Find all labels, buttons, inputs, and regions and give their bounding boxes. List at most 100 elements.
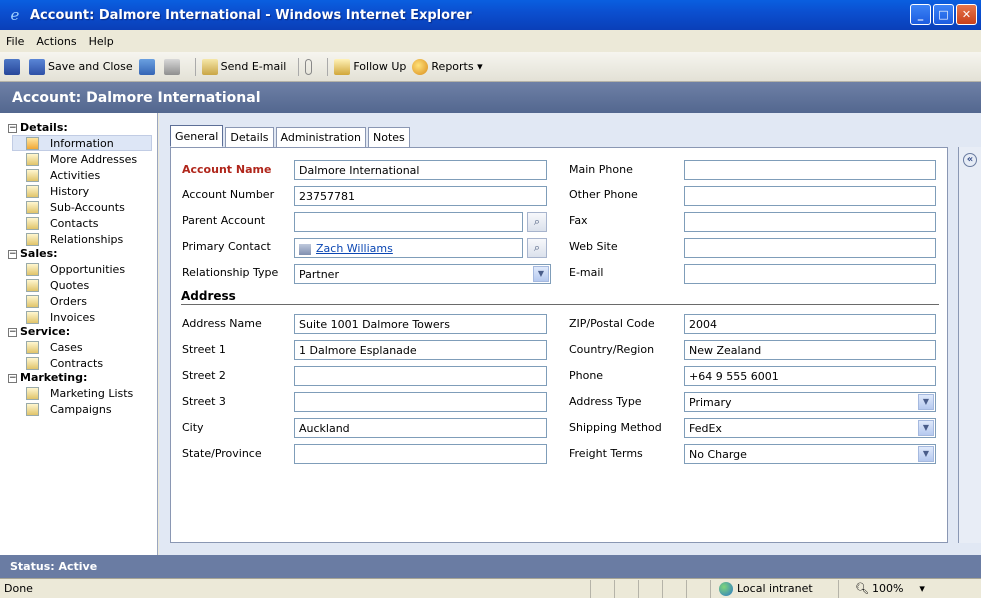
send-email-button[interactable]: Send E-mail [201, 58, 287, 75]
save-button[interactable] [4, 58, 23, 75]
print-button[interactable] [163, 58, 183, 75]
follow-up-button[interactable]: Follow Up [334, 58, 407, 75]
menu-file[interactable]: File [6, 35, 24, 48]
close-button[interactable]: ✕ [956, 4, 977, 25]
web-site-input[interactable] [684, 238, 936, 258]
email-label: E-mail [569, 266, 604, 279]
nav-group-service[interactable]: − Service: [0, 325, 157, 339]
nav-group-details[interactable]: − Details: [0, 121, 157, 135]
zoom-control[interactable]: 🔍︎ 100% ▾ [838, 579, 948, 598]
save-close-icon [29, 58, 45, 75]
nav-item-label: Information [50, 136, 114, 150]
attach-button[interactable] [305, 58, 315, 75]
tab-general[interactable]: General [170, 125, 224, 147]
nav-item-relationships[interactable]: Relationships [0, 231, 157, 247]
address-type-select[interactable]: Primary ▼ [684, 392, 936, 412]
paperclip-icon [305, 58, 313, 75]
primary-contact-lookup-button[interactable]: ⌕ [527, 238, 547, 258]
fax-input[interactable] [684, 212, 936, 232]
save-and-close-label: Save and Close [48, 60, 133, 73]
tab-notes[interactable]: Notes [368, 127, 410, 147]
window-controls: _ □ ✕ [910, 4, 977, 25]
menu-actions[interactable]: Actions [36, 35, 76, 48]
nav-item-orders[interactable]: Orders [0, 293, 157, 309]
relationship-type-label: Relationship Type [182, 266, 279, 279]
status-cell [638, 579, 662, 598]
tab-administration[interactable]: Administration [275, 127, 366, 147]
nav-item-label: Contracts [50, 356, 104, 370]
tab-details[interactable]: Details [225, 127, 274, 147]
menu-help[interactable]: Help [89, 35, 114, 48]
reports-button[interactable]: Reports ▾ [412, 58, 483, 75]
nav-group-sales[interactable]: − Sales: [0, 247, 157, 261]
maximize-button[interactable]: □ [933, 4, 954, 25]
nav-item-cases[interactable]: Cases [0, 339, 157, 355]
save-and-new-button[interactable] [138, 58, 158, 75]
related-panel-strip: « [958, 147, 981, 543]
nav-item-more-addresses[interactable]: More Addresses [0, 151, 157, 167]
main-phone-input[interactable] [684, 160, 936, 180]
web-site-label: Web Site [569, 240, 618, 253]
security-zone[interactable]: Local intranet [710, 579, 838, 598]
freight-terms-label: Freight Terms [569, 447, 643, 460]
nav-item-campaigns[interactable]: Campaigns [0, 401, 157, 417]
relationship-type-select[interactable]: Partner ▼ [294, 264, 551, 284]
address-name-input[interactable]: Suite 1001 Dalmore Towers [294, 314, 547, 334]
parent-account-input[interactable] [294, 212, 523, 232]
street2-input[interactable] [294, 366, 547, 386]
nav-item-label: Orders [50, 294, 87, 308]
parent-account-lookup-button[interactable]: ⌕ [527, 212, 547, 232]
street1-input[interactable]: 1 Dalmore Esplanade [294, 340, 547, 360]
toolbar: Save and Close Send E-mail Follow Up Rep… [0, 52, 981, 82]
chevron-down-icon: ▼ [533, 266, 549, 282]
nav-item-sub-accounts[interactable]: Sub-Accounts [0, 199, 157, 215]
account-name-input[interactable]: Dalmore International [294, 160, 547, 180]
nav-item-history[interactable]: History [0, 183, 157, 199]
other-phone-input[interactable] [684, 186, 936, 206]
nav-item-marketing-lists[interactable]: Marketing Lists [0, 385, 157, 401]
reports-icon [412, 58, 429, 75]
zip-input[interactable]: 2004 [684, 314, 936, 334]
send-email-label: Send E-mail [220, 60, 287, 73]
zoom-level: 100% [871, 582, 904, 595]
nav-group-marketing[interactable]: − Marketing: [0, 371, 157, 385]
nav-item-opportunities[interactable]: Opportunities [0, 261, 157, 277]
relationship-type-value: Partner [299, 268, 339, 281]
street3-input[interactable] [294, 392, 547, 412]
expand-panel-icon[interactable]: « [963, 153, 977, 167]
toolbar-separator [194, 57, 196, 76]
shipping-method-value: FedEx [689, 422, 722, 435]
invoices-icon [26, 310, 39, 324]
nav-item-quotes[interactable]: Quotes [0, 277, 157, 293]
follow-up-icon [334, 58, 351, 75]
nav-item-information[interactable]: Information [12, 135, 152, 151]
contact-card-icon [299, 243, 311, 255]
chevron-down-icon: ▼ [918, 446, 934, 462]
shipping-method-select[interactable]: FedEx ▼ [684, 418, 936, 438]
status-cell [686, 579, 710, 598]
magnifier-icon: 🔍︎ [855, 582, 869, 595]
freight-terms-select[interactable]: No Charge ▼ [684, 444, 936, 464]
city-input[interactable]: Auckland [294, 418, 547, 438]
phone-label: Phone [569, 369, 604, 382]
phone-input[interactable]: +64 9 555 6001 [684, 366, 936, 386]
reports-label: Reports ▾ [431, 60, 483, 73]
country-input[interactable]: New Zealand [684, 340, 936, 360]
chevron-down-icon: ▾ [919, 582, 925, 595]
save-and-close-button[interactable]: Save and Close [29, 58, 133, 75]
account-number-input[interactable]: 23757781 [294, 186, 547, 206]
nav-item-contacts[interactable]: Contacts [0, 215, 157, 231]
minimize-button[interactable]: _ [910, 4, 931, 25]
state-input[interactable] [294, 444, 547, 464]
internet-explorer-icon: e [10, 6, 20, 24]
nav-item-invoices[interactable]: Invoices [0, 309, 157, 325]
address-type-value: Primary [689, 396, 732, 409]
nav-item-activities[interactable]: Activities [0, 167, 157, 183]
email-input[interactable] [684, 264, 936, 284]
primary-contact-link[interactable]: Zach Williams [316, 242, 393, 255]
follow-up-label: Follow Up [353, 60, 407, 73]
primary-contact-input[interactable]: Zach Williams [294, 238, 523, 258]
nav-item-label: Cases [50, 340, 83, 354]
save-new-icon [138, 58, 155, 75]
nav-item-contracts[interactable]: Contracts [0, 355, 157, 371]
